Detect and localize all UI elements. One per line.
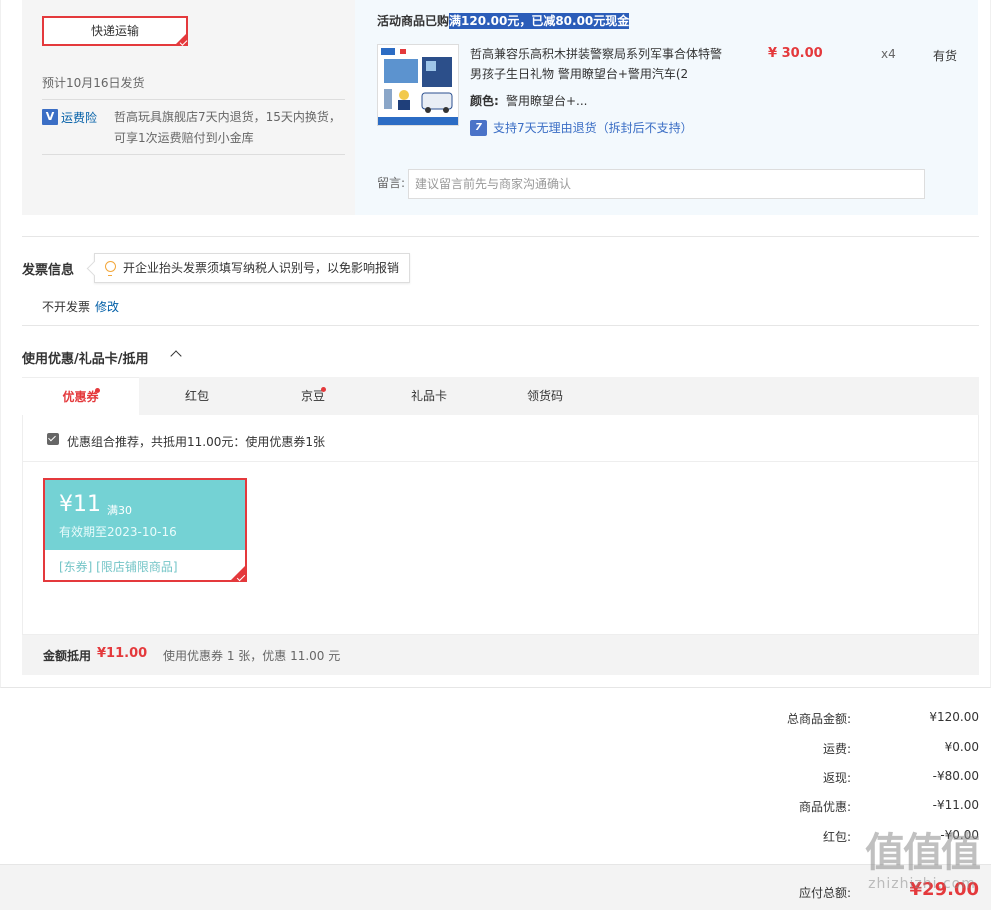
product-title[interactable]: 哲高兼容乐高积木拼装警察局系列军事合体特警男孩子生日礼物 警用瞭望台+警用汽车(… <box>470 44 730 84</box>
tab-label: 红包 <box>184 389 209 403</box>
section-divider <box>22 236 979 237</box>
recommend-checkbox[interactable] <box>47 433 59 445</box>
new-dot-icon <box>321 387 326 392</box>
invoice-status: 不开发票 <box>42 300 91 314</box>
product-quantity: x4 <box>881 47 896 61</box>
chevron-up-icon[interactable] <box>170 350 182 362</box>
seven-day-return-icon: 7 <box>470 120 487 136</box>
divider <box>22 461 979 462</box>
watermark-url: zhizhizhi.com <box>868 876 976 892</box>
tab-gift-card[interactable]: 礼品卡 <box>371 377 487 415</box>
cashback-value: -¥80.00 <box>932 769 979 783</box>
divider <box>42 99 345 100</box>
discount-summary-label: 金额抵用 <box>43 649 92 663</box>
invoice-title: 发票信息 <box>22 263 75 278</box>
insurance-description: 哲高玩具旗舰店7天内退货，15天内换货，可享1次运费赔付到小金库 <box>114 110 341 145</box>
divider <box>42 154 345 155</box>
product-price: ¥ 30.00 <box>768 46 823 61</box>
new-dot-icon <box>95 388 100 393</box>
payable-label: 应付总额: <box>798 886 851 900</box>
tab-redeem-code[interactable]: 领货码 <box>487 377 603 415</box>
shield-v-icon: V <box>42 109 58 125</box>
shipping-fee-label: 运费: <box>822 742 851 756</box>
shipping-fee-value: ¥0.00 <box>944 740 979 754</box>
tab-coupons[interactable]: 优惠券 <box>22 377 139 415</box>
color-value: 警用瞭望台+... <box>506 94 588 108</box>
tab-label: 礼品卡 <box>410 389 447 403</box>
selected-check-icon <box>174 32 188 46</box>
insurance-link[interactable]: 运费险 <box>61 109 97 126</box>
color-label: 颜色: <box>470 94 499 108</box>
invoice-tip: 开企业抬头发票须填写纳税人识别号，以免影响报销 <box>94 253 411 283</box>
selected-check-icon <box>229 564 247 582</box>
product-image[interactable] <box>377 44 459 126</box>
invoice-edit-link[interactable]: 修改 <box>95 298 119 315</box>
tab-red-envelope[interactable]: 红包 <box>139 377 255 415</box>
red-envelope-label: 红包: <box>822 830 851 844</box>
shipping-method-option[interactable]: 快递运输 <box>42 16 188 46</box>
coupon-card[interactable]: ¥11 满30 有效期至2023-10-16 [东券] [限店铺限商品] <box>43 478 247 582</box>
recommend-text: 优惠组合推荐，共抵用11.00元：使用优惠券1张 <box>67 435 325 449</box>
section-divider <box>22 325 979 326</box>
site-watermark: 值值值 zhizhizhi.com <box>865 830 981 892</box>
goods-discount-label: 商品优惠: <box>798 800 851 814</box>
shipping-method-label: 快递运输 <box>90 24 139 38</box>
memo-label: 留言: <box>377 176 406 190</box>
shipping-date: 预计10月16日发货 <box>42 76 145 90</box>
lightbulb-icon <box>105 261 116 276</box>
invoice-tip-text: 开企业抬头发票须填写纳税人识别号，以免影响报销 <box>123 261 400 275</box>
memo-input[interactable] <box>408 169 925 199</box>
cashback-label: 返现: <box>822 771 851 785</box>
tab-label: 优惠券 <box>62 390 99 404</box>
total-goods-value: ¥120.00 <box>929 710 979 724</box>
coupon-amount: ¥11 <box>59 492 101 517</box>
tab-jd-beans[interactable]: 京豆 <box>255 377 371 415</box>
toy-set-picture <box>378 45 458 125</box>
return-policy-text: 支持7天无理由退货（拆封后不支持） <box>493 121 693 135</box>
coupon-tags: [东券] [限店铺限商品] <box>59 560 178 574</box>
discount-section-title[interactable]: 使用优惠/礼品卡/抵用 <box>22 348 149 367</box>
discount-summary-amount: ¥11.00 <box>97 646 148 661</box>
stock-status: 有货 <box>933 49 958 63</box>
coupon-header: ¥11 满30 有效期至2023-10-16 <box>45 480 245 550</box>
tab-label: 领货码 <box>526 389 563 403</box>
promo-prefix: 活动商品已购 <box>377 14 450 28</box>
coupon-condition: 满30 <box>107 504 132 517</box>
total-goods-label: 总商品金额: <box>786 712 851 726</box>
watermark-logo: 值值值 <box>865 830 981 876</box>
promo-text: 活动商品已购满120.00元，已减80.00元现金 <box>377 12 630 29</box>
goods-discount-value: -¥11.00 <box>932 798 979 812</box>
promo-highlight: 满120.00元，已减80.00元现金 <box>449 13 630 29</box>
discount-summary-desc: 使用优惠券 1 张，优惠 11.00 元 <box>163 649 341 663</box>
coupon-validity: 有效期至2023-10-16 <box>59 525 177 539</box>
